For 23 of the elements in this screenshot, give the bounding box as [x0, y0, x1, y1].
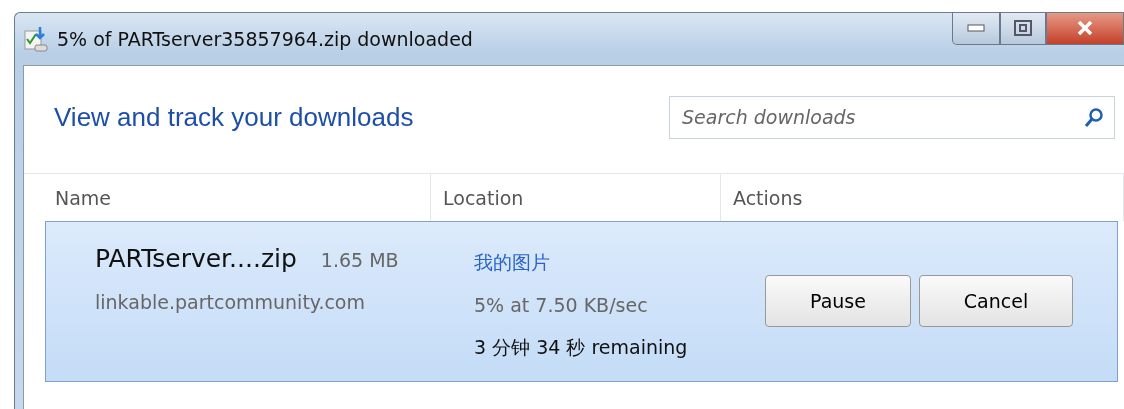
close-icon — [1077, 19, 1093, 36]
column-header[interactable]: Location — [443, 187, 524, 209]
search-field[interactable]: Search downloads — [669, 96, 1115, 139]
minimize-button[interactable] — [952, 13, 1000, 45]
cancel-button[interactable]: Cancel — [919, 275, 1073, 327]
window-title: 5% of PARTserver35857964.zip downloaded — [57, 26, 473, 52]
file-name: PARTserver....zip — [95, 243, 297, 275]
download-progress: 5% at 7.50 KB/sec — [474, 292, 649, 318]
location-link[interactable]: 我的图片 — [474, 248, 754, 277]
file-size: 1.65 MB — [320, 248, 399, 273]
pause-button[interactable]: Pause — [765, 275, 911, 327]
maximize-icon — [1014, 19, 1032, 36]
maximize-button[interactable] — [1000, 13, 1046, 45]
download-icon — [23, 25, 49, 53]
minimize-icon — [967, 23, 985, 32]
search-icon — [1084, 106, 1104, 129]
column-header[interactable]: Name — [55, 187, 112, 209]
time-remaining: 3 分钟 34 秒 remaining — [474, 335, 689, 360]
page-heading: View and track your downloads — [54, 101, 414, 134]
source-url: linkable.partcommunity.com — [95, 290, 365, 313]
close-button[interactable] — [1046, 13, 1124, 45]
download-row[interactable]: PARTserver....zip 1.65 MB linkable.partcommunity.com 我的图片 5% at 7.50 KB/sec 3 分钟 34 秒 remaining Pause Cancel — [45, 221, 1118, 382]
column-header[interactable]: Actions — [733, 187, 803, 209]
